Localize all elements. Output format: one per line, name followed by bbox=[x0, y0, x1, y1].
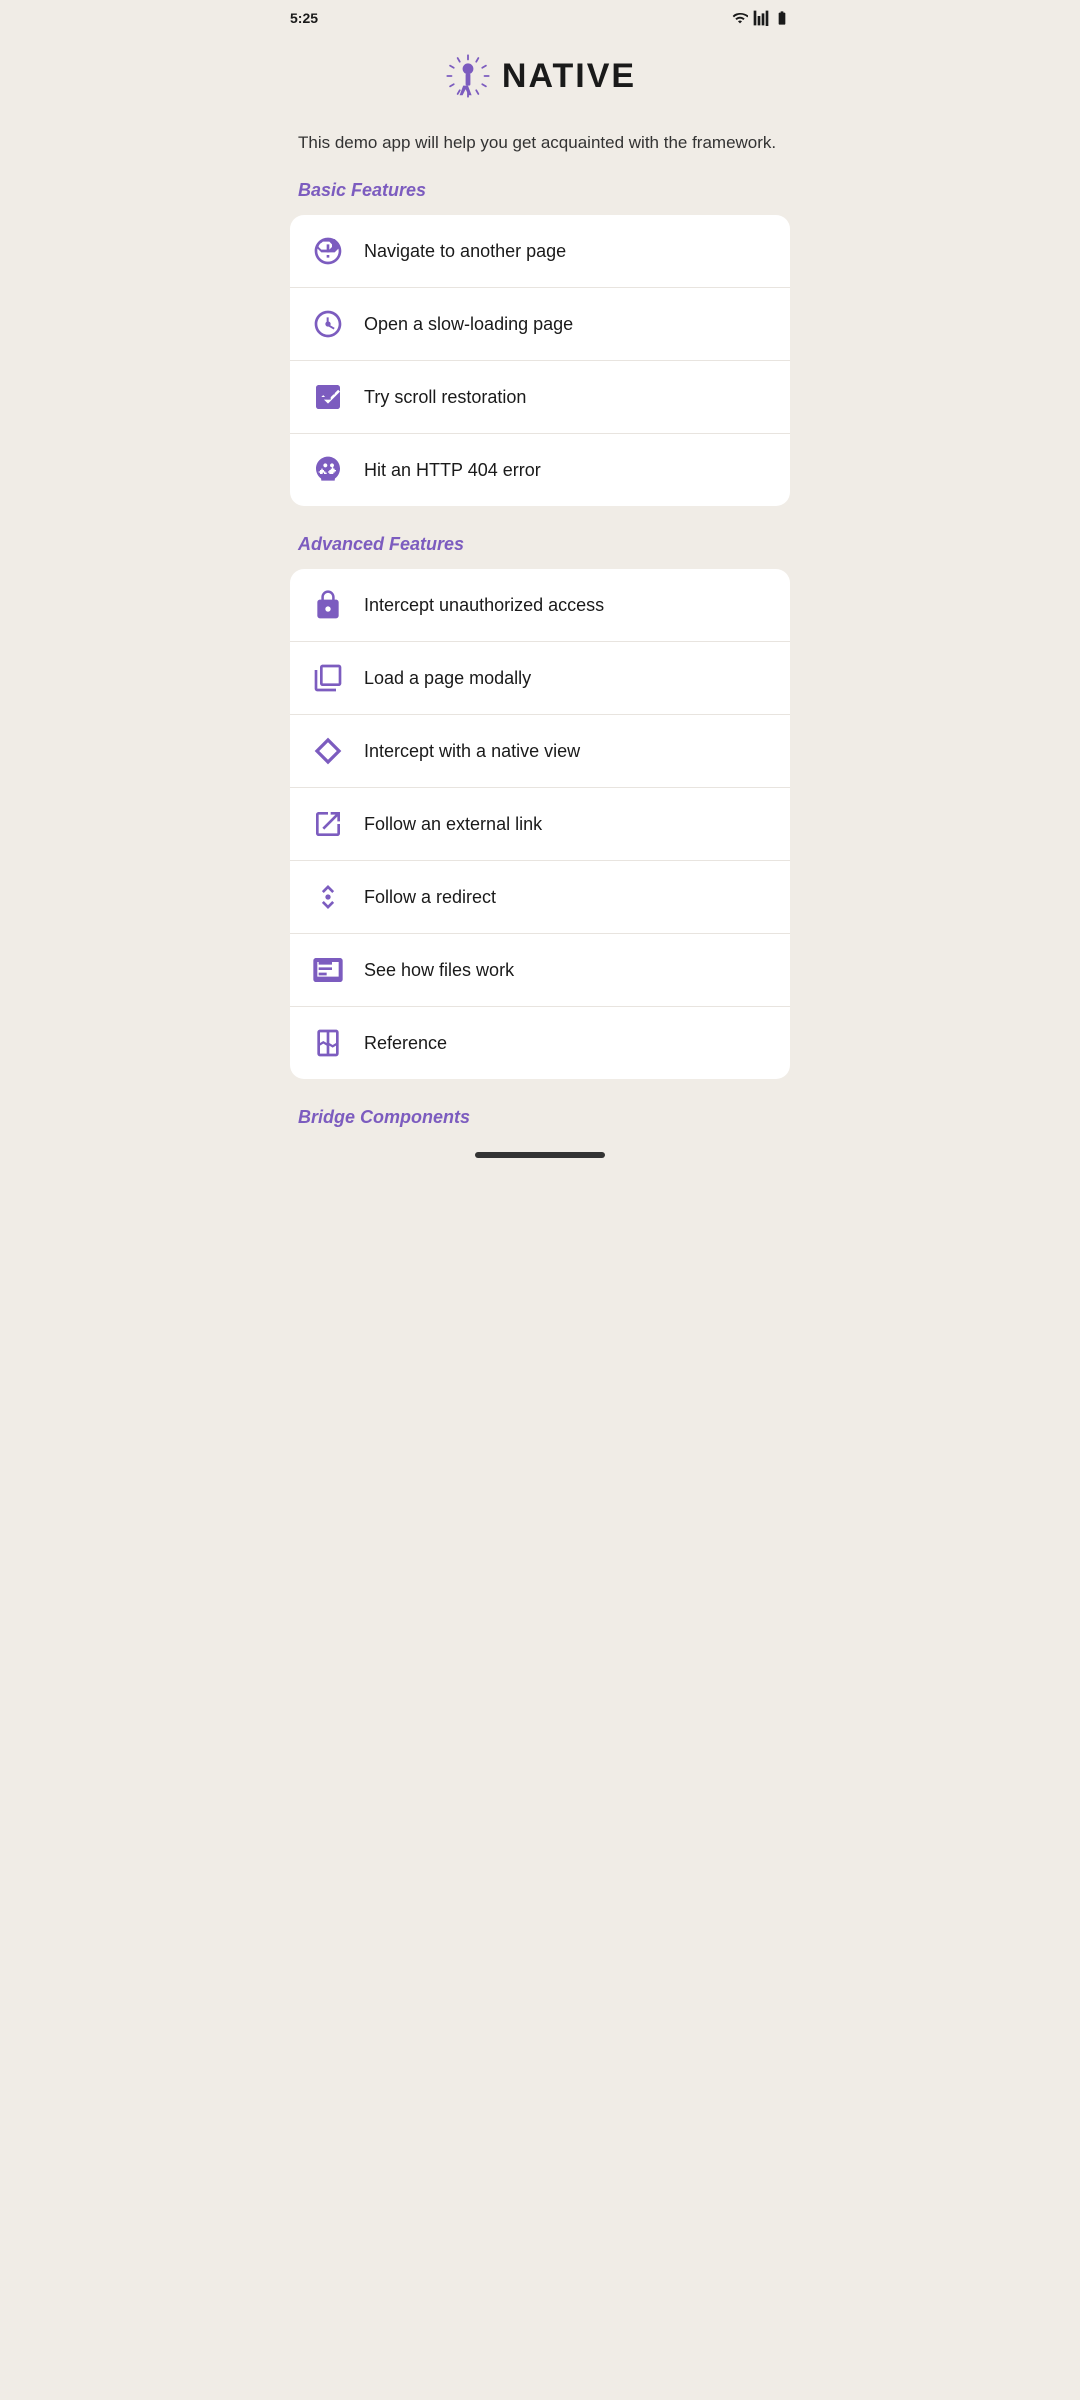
section-label-1: Advanced Features bbox=[270, 534, 810, 569]
list-item-label-intercept-auth: Intercept unauthorized access bbox=[364, 595, 604, 616]
list-item-slow-loading[interactable]: Open a slow-loading page bbox=[290, 288, 790, 361]
section-0: Basic Features Navigate to another page Op… bbox=[270, 180, 810, 506]
signpost-icon bbox=[310, 233, 346, 269]
sections-container: Basic Features Navigate to another page Op… bbox=[270, 180, 810, 1142]
list-item-label-http404: Hit an HTTP 404 error bbox=[364, 460, 541, 481]
list-item-navigate[interactable]: Navigate to another page bbox=[290, 215, 790, 288]
list-item-native-view[interactable]: Intercept with a native view bbox=[290, 715, 790, 788]
scroll-icon bbox=[310, 379, 346, 415]
redirect-icon bbox=[310, 879, 346, 915]
signal-icon bbox=[753, 10, 769, 26]
section-label-2: Bridge Components bbox=[270, 1107, 810, 1142]
list-item-label-redirect: Follow a redirect bbox=[364, 887, 496, 908]
status-bar: 5:25 bbox=[270, 0, 810, 32]
files-icon bbox=[310, 952, 346, 988]
reference-icon bbox=[310, 1025, 346, 1061]
section-card-1: Intercept unauthorized access Load a page… bbox=[290, 569, 790, 1079]
logo-container: NATIVE bbox=[270, 32, 810, 130]
modal-icon bbox=[310, 660, 346, 696]
list-item-label-external-link: Follow an external link bbox=[364, 814, 542, 835]
list-item-label-navigate: Navigate to another page bbox=[364, 241, 566, 262]
status-time: 5:25 bbox=[290, 10, 318, 26]
slow-icon bbox=[310, 306, 346, 342]
list-item-reference[interactable]: Reference bbox=[290, 1007, 790, 1079]
list-item-label-scroll: Try scroll restoration bbox=[364, 387, 526, 408]
status-icons bbox=[732, 10, 790, 26]
lock-icon bbox=[310, 587, 346, 623]
list-item-label-modal: Load a page modally bbox=[364, 668, 531, 689]
logo-icon bbox=[444, 52, 492, 100]
list-item-files[interactable]: See how files work bbox=[290, 934, 790, 1007]
wifi-icon bbox=[732, 10, 748, 26]
home-indicator bbox=[475, 1152, 605, 1158]
battery-icon bbox=[774, 10, 790, 26]
section-label-0: Basic Features bbox=[270, 180, 810, 215]
logo-text: NATIVE bbox=[502, 57, 636, 96]
section-2: Bridge Components bbox=[270, 1107, 810, 1142]
list-item-label-slow-loading: Open a slow-loading page bbox=[364, 314, 573, 335]
diamond-icon bbox=[310, 733, 346, 769]
section-1: Advanced FeaturesIntercept unauthorized … bbox=[270, 534, 810, 1079]
skull-icon bbox=[310, 452, 346, 488]
list-item-modal[interactable]: Load a page modally bbox=[290, 642, 790, 715]
external-icon bbox=[310, 806, 346, 842]
app-description: This demo app will help you get acquaint… bbox=[270, 130, 810, 180]
list-item-external-link[interactable]: Follow an external link bbox=[290, 788, 790, 861]
list-item-http404[interactable]: Hit an HTTP 404 error bbox=[290, 434, 790, 506]
list-item-label-files: See how files work bbox=[364, 960, 514, 981]
list-item-label-reference: Reference bbox=[364, 1033, 447, 1054]
list-item-scroll[interactable]: Try scroll restoration bbox=[290, 361, 790, 434]
list-item-label-native-view: Intercept with a native view bbox=[364, 741, 580, 762]
list-item-redirect[interactable]: Follow a redirect bbox=[290, 861, 790, 934]
section-card-0: Navigate to another page Open a slow-load… bbox=[290, 215, 790, 506]
list-item-intercept-auth[interactable]: Intercept unauthorized access bbox=[290, 569, 790, 642]
